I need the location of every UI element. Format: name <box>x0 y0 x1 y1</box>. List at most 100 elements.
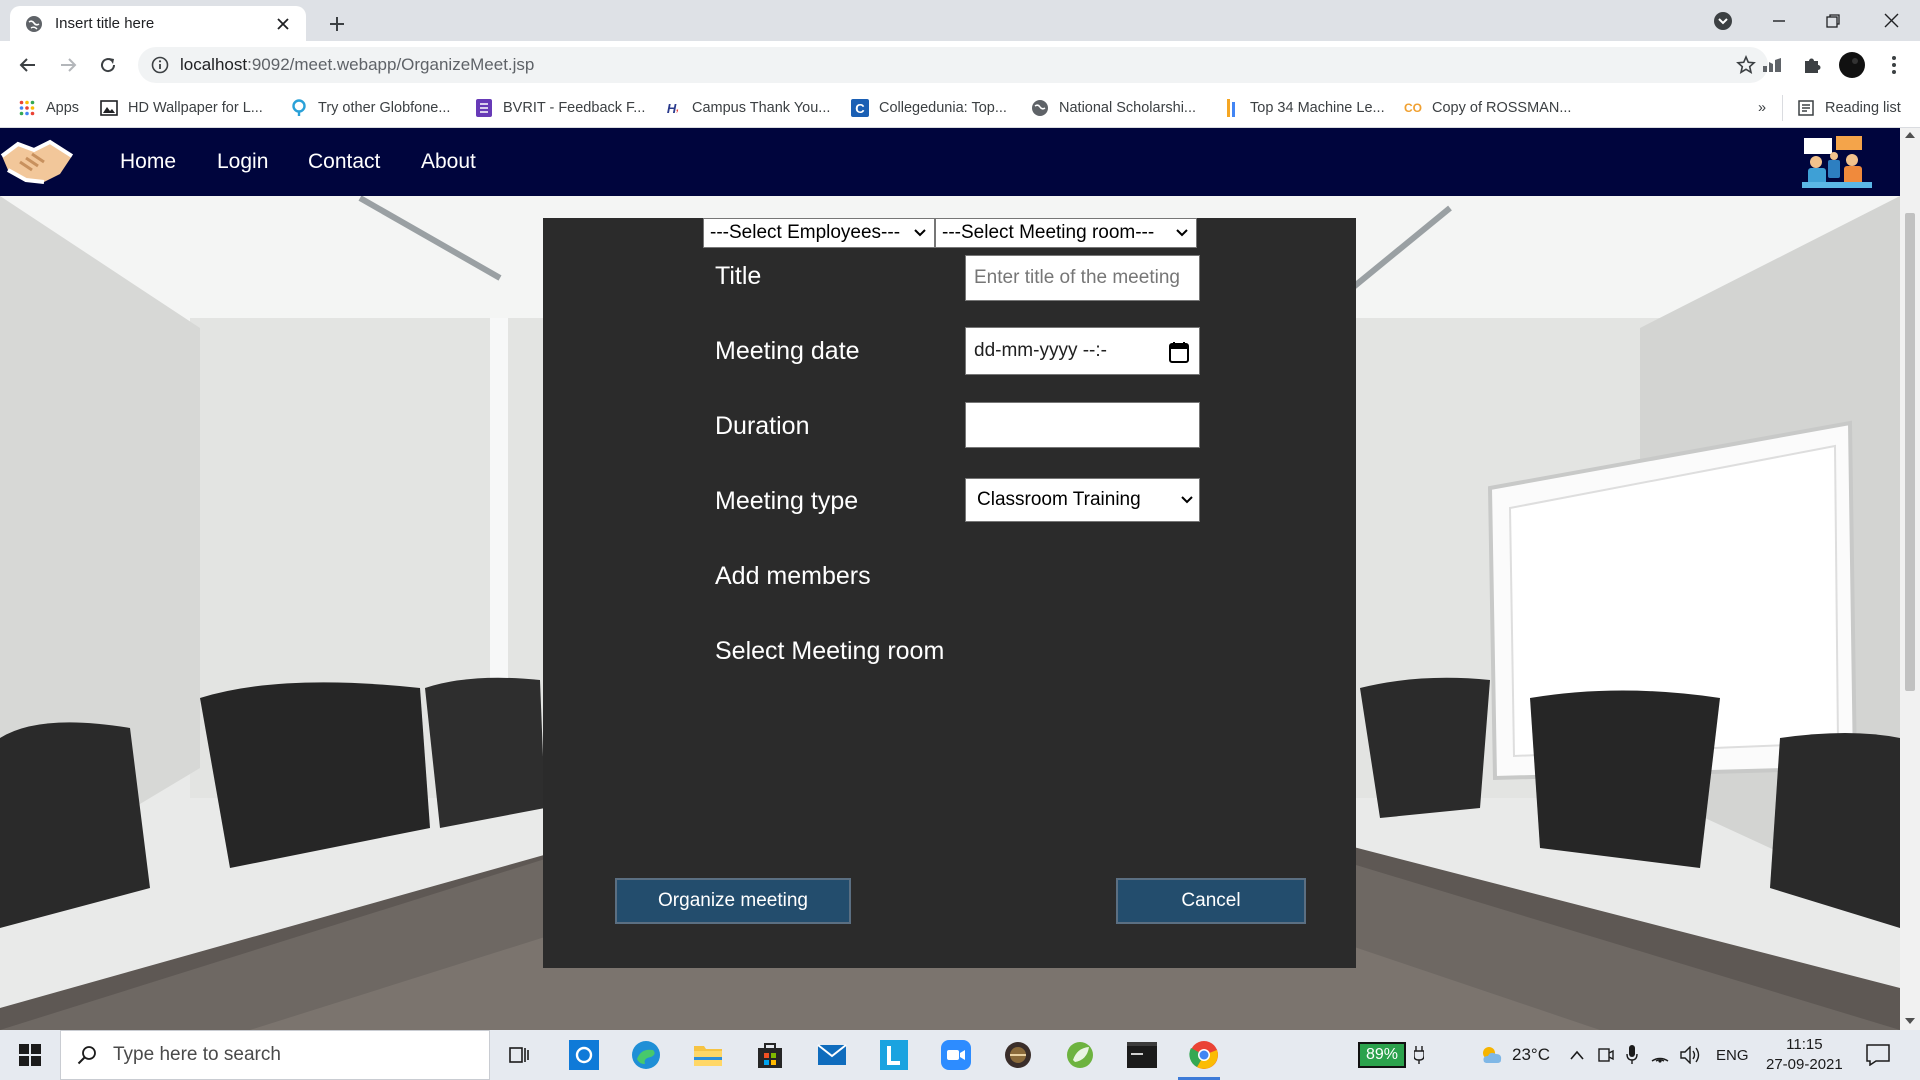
meeting-type-value: Classroom Training <box>977 489 1141 510</box>
select-meeting-room-dropdown[interactable]: ---Select Meeting room--- <box>935 218 1197 248</box>
back-arrow-icon[interactable] <box>12 49 44 81</box>
wifi-icon[interactable] <box>1650 1047 1670 1063</box>
scroll-up-arrow-icon[interactable] <box>1905 132 1915 138</box>
tray-icons: ENG <box>1570 1030 1749 1080</box>
bookmark-globfone[interactable]: Try other Globfone... <box>290 95 450 121</box>
close-window-icon[interactable] <box>1860 0 1920 41</box>
browser-toolbar: localhost:9092/meet.webapp/OrganizeMeet.… <box>0 41 1920 89</box>
task-view-icon[interactable] <box>500 1035 540 1075</box>
clock-time: 11:15 <box>1786 1036 1823 1053</box>
spring-tool-suite-icon[interactable] <box>1060 1035 1100 1075</box>
temperature: 23°C <box>1512 1045 1550 1064</box>
more-bookmarks-icon[interactable]: » <box>1758 95 1766 121</box>
chrome-browser-icon[interactable] <box>1184 1035 1224 1075</box>
nav-login-link[interactable]: Login <box>217 150 268 174</box>
scroll-down-arrow-icon[interactable] <box>1905 1018 1915 1024</box>
duration-input[interactable] <box>965 402 1200 448</box>
menu-kebab-icon[interactable] <box>1878 49 1910 81</box>
bookmark-national-scholarship[interactable]: National Scholarshi... <box>1031 95 1196 121</box>
meet-now-icon[interactable] <box>1598 1046 1614 1064</box>
bookmark-label: National Scholarshi... <box>1059 100 1197 116</box>
organize-meeting-button[interactable]: Organize meeting <box>615 878 851 924</box>
bookmark-machine-learning[interactable]: Top 34 Machine Le... <box>1222 95 1385 121</box>
bookmarks-bar: Apps HD Wallpaper for L... Try other Glo… <box>0 89 1920 128</box>
notifications-icon[interactable] <box>1866 1030 1890 1080</box>
windows-start-icon[interactable] <box>10 1035 50 1075</box>
volume-icon[interactable] <box>1680 1046 1702 1064</box>
meeting-type-label: Meeting type <box>715 487 859 515</box>
language-indicator[interactable]: ENG <box>1716 1047 1749 1064</box>
date-placeholder: dd-mm-yyyy --:- <box>974 340 1107 361</box>
nav-contact-link[interactable]: Contact <box>308 150 380 174</box>
browser-tab[interactable]: Insert title here <box>10 6 306 41</box>
bookmark-label: Apps <box>46 100 80 116</box>
site-info-icon[interactable] <box>150 55 170 75</box>
scrollbar-thumb[interactable] <box>1905 213 1915 691</box>
bookmark-label: HD Wallpaper for L... <box>128 100 263 116</box>
bookmark-apps[interactable]: Apps <box>18 95 79 121</box>
taskbar-search-box[interactable]: Type here to search <box>60 1030 490 1080</box>
battery-meter[interactable]: 89% <box>1358 1030 1425 1080</box>
globfone-icon <box>290 99 308 117</box>
close-tab-icon[interactable] <box>268 9 298 39</box>
calendar-icon[interactable] <box>1169 341 1189 363</box>
page-scrollbar[interactable] <box>1900 128 1920 1030</box>
bookmark-hd-wallpaper[interactable]: HD Wallpaper for L... <box>100 95 263 121</box>
edge-browser-icon[interactable] <box>626 1035 666 1075</box>
battery-percent: 89% <box>1358 1042 1407 1068</box>
hackerearth-icon: H, <box>666 100 680 116</box>
l-app-icon[interactable] <box>874 1035 914 1075</box>
reload-icon[interactable] <box>92 49 124 81</box>
performance-icon[interactable] <box>1756 49 1788 81</box>
url-host: localhost <box>180 55 248 74</box>
bookmark-collegedunia[interactable]: C Collegedunia: Top... <box>851 95 1007 121</box>
file-explorer-icon[interactable] <box>688 1035 728 1075</box>
bookmark-label: Top 34 Machine Le... <box>1250 100 1385 116</box>
reading-list-label: Reading list <box>1825 100 1901 116</box>
title-label: Title <box>715 262 762 290</box>
title-input[interactable]: Enter title of the meeting <box>965 255 1200 301</box>
clock[interactable]: 11:15 27-09-2021 <box>1766 1030 1843 1080</box>
cancel-button[interactable]: Cancel <box>1116 878 1306 924</box>
globe-icon <box>1031 99 1049 117</box>
forward-arrow-icon[interactable] <box>52 49 84 81</box>
organize-meeting-form: ---Select Employees--- ---Select Meeting… <box>543 218 1356 968</box>
minimize-icon[interactable] <box>1748 0 1810 41</box>
zoom-app-icon[interactable] <box>936 1035 976 1075</box>
weather-widget[interactable]: 23°C <box>1478 1030 1550 1080</box>
bookmark-label: Collegedunia: Top... <box>879 100 1007 116</box>
cortana-app-icon[interactable] <box>564 1035 604 1075</box>
meeting-date-input[interactable]: dd-mm-yyyy --:- <box>965 327 1200 375</box>
mail-app-icon[interactable] <box>812 1035 852 1075</box>
restore-icon[interactable] <box>1802 0 1864 41</box>
add-members-label: Add members <box>715 562 871 590</box>
select-employees-dropdown[interactable]: ---Select Employees--- <box>703 218 935 248</box>
bookmark-star-icon[interactable] <box>1736 55 1756 75</box>
chevron-down-icon <box>1181 496 1193 504</box>
chevron-up-icon[interactable] <box>1570 1050 1584 1060</box>
more-bookmarks-label: » <box>1758 100 1767 116</box>
profile-avatar-icon[interactable] <box>1836 49 1868 81</box>
microsoft-store-icon[interactable] <box>750 1035 790 1075</box>
nav-home-link[interactable]: Home <box>120 150 176 174</box>
eclipse-app-icon[interactable] <box>998 1035 1038 1075</box>
bookmark-label: Try other Globfone... <box>318 100 451 116</box>
address-bar[interactable]: localhost:9092/meet.webapp/OrganizeMeet.… <box>138 47 1768 83</box>
mysql-terminal-icon[interactable] <box>1122 1035 1162 1075</box>
tab-search-icon[interactable] <box>1692 0 1754 41</box>
meeting-type-select[interactable]: Classroom Training <box>965 478 1200 522</box>
image-icon <box>100 99 118 117</box>
handshake-logo-icon[interactable] <box>0 136 74 188</box>
bookmark-rossman[interactable]: CO Copy of ROSSMAN... <box>1404 95 1571 121</box>
url-path: :9092/meet.webapp/OrganizeMeet.jsp <box>247 55 535 74</box>
browser-tab-strip: Insert title here <box>0 0 1920 41</box>
new-tab-icon[interactable] <box>322 9 352 39</box>
extensions-puzzle-icon[interactable] <box>1796 49 1828 81</box>
chevron-down-icon <box>914 229 926 237</box>
nav-about-link[interactable]: About <box>421 150 476 174</box>
windows-taskbar: Type here to search 89% 23°C ENG 11:15 2… <box>0 1030 1920 1080</box>
bookmark-campus-thank-you[interactable]: H, Campus Thank You... <box>664 95 830 121</box>
bookmark-bvrit-feedback[interactable]: BVRIT - Feedback F... <box>475 95 645 121</box>
microphone-icon[interactable] <box>1626 1045 1638 1065</box>
reading-list-button[interactable]: Reading list <box>1782 95 1901 121</box>
